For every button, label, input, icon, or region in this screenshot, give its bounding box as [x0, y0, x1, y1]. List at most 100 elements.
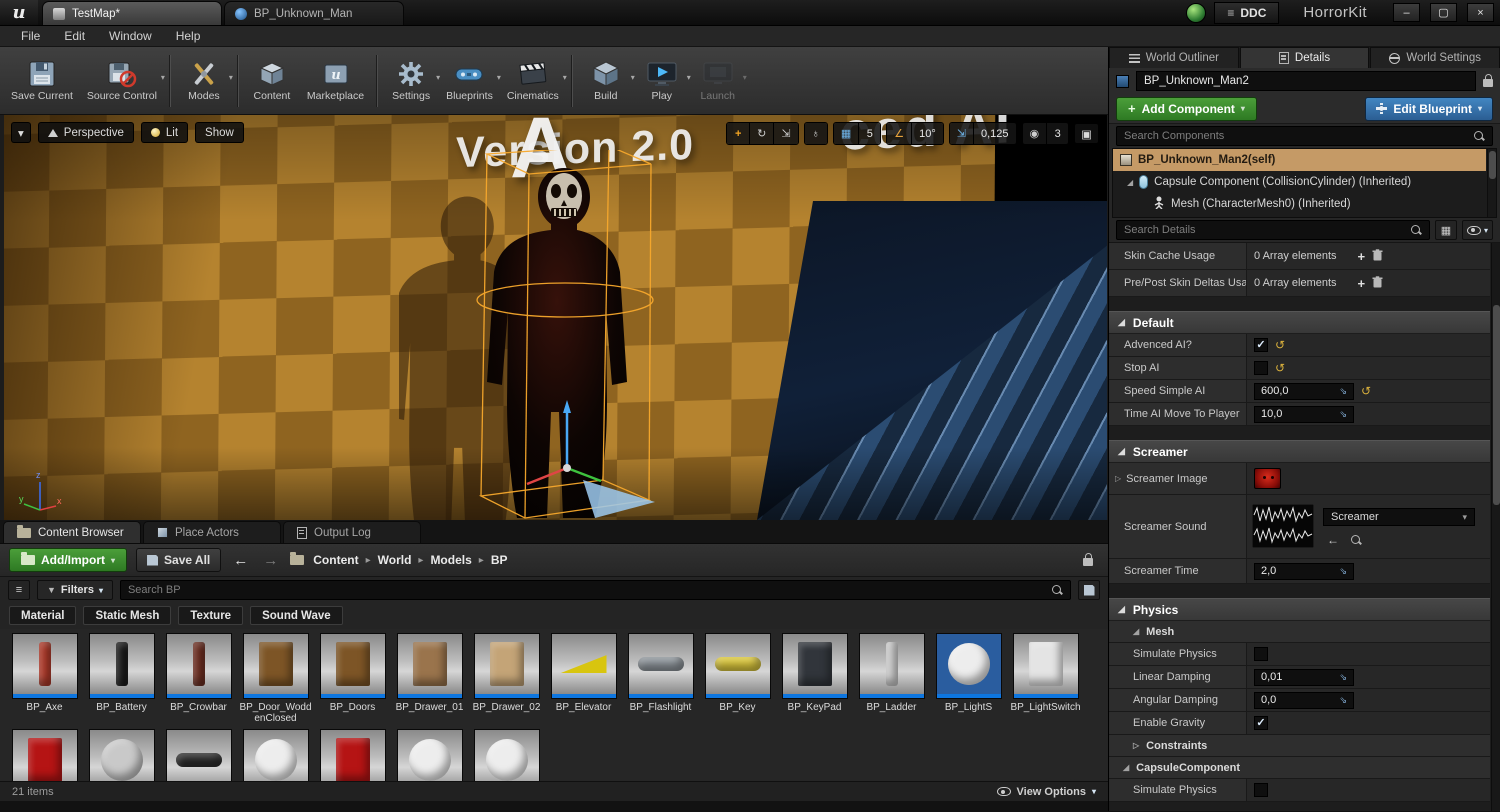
camera-speed-icon[interactable]: ◉ [1022, 123, 1047, 144]
edit-blueprint-button[interactable]: Edit Blueprint ▾ [1365, 96, 1493, 121]
rotation-snap-value[interactable]: 10° [911, 123, 943, 144]
asset-item[interactable]: BP_Elevator [545, 631, 622, 727]
speed-simple-ai-field[interactable]: 600,0 ⇘ [1254, 382, 1354, 400]
rotation-snap-icon[interactable]: ∠ [887, 123, 912, 144]
sources-panel-button[interactable]: ≡ [8, 580, 30, 600]
tab-details[interactable]: Details [1239, 47, 1370, 68]
asset-item[interactable] [391, 727, 468, 781]
details-scrollbar[interactable] [1491, 243, 1500, 811]
filter-chip[interactable]: Sound Wave [250, 606, 343, 625]
asset-item[interactable]: BP_KeyPad [776, 631, 853, 727]
filter-chip[interactable]: Texture [178, 606, 244, 625]
collapsed-arrow-icon[interactable]: ▷ [1115, 474, 1121, 483]
linear-damping-field[interactable]: 0,01 ⇘ [1254, 668, 1354, 686]
show-flags-button[interactable]: Show [195, 122, 244, 143]
simulate-physics-checkbox[interactable]: ✓ [1254, 647, 1268, 661]
grid-snap-value[interactable]: 5 [858, 123, 881, 144]
menu-item[interactable]: Edit [53, 27, 96, 45]
search-assets-input[interactable] [127, 584, 1046, 596]
blueprints-button[interactable]: Blueprints ▾ [439, 57, 501, 105]
content-button[interactable]: Content [244, 57, 300, 105]
asset-item[interactable]: BP_Crowbar [160, 631, 237, 727]
launch-button[interactable]: Launch ▾ [690, 57, 747, 105]
asset-item[interactable]: BP_Drawer_02 [468, 631, 545, 727]
add-component-button[interactable]: + Add Component ▾ [1116, 96, 1257, 121]
angular-damping-field[interactable]: 0,0 ⇘ [1254, 691, 1354, 709]
asset-item[interactable]: BP_Flashlight [622, 631, 699, 727]
delete-array-icon[interactable] [1372, 248, 1383, 264]
tab-testmap[interactable]: TestMap* [42, 1, 222, 25]
asset-item[interactable]: BP_Door_WoddenClosed [237, 631, 314, 727]
save-current-button[interactable]: Save Current [4, 57, 80, 105]
screamer-sound-select[interactable]: Screamer ▾ [1323, 508, 1475, 526]
asset-item[interactable]: BP_Axe [6, 631, 83, 727]
components-scrollbar[interactable] [1487, 149, 1496, 217]
menu-item[interactable]: Window [98, 27, 163, 45]
marketplace-button[interactable]: u Marketplace [300, 57, 371, 105]
level-viewport[interactable]: Version 2.0 A ced AI [4, 115, 1107, 520]
section-default[interactable]: ◢ Default [1109, 311, 1490, 334]
add-array-element-icon[interactable]: + [1358, 276, 1366, 291]
add-array-element-icon[interactable]: + [1358, 249, 1366, 264]
grid-snap-icon[interactable]: ▦ [833, 123, 859, 144]
asset-item[interactable]: BP_Battery [83, 631, 160, 727]
component-row-capsule[interactable]: ◢ Capsule Component (CollisionCylinder) … [1113, 171, 1486, 193]
enable-gravity-checkbox[interactable]: ✓ [1254, 716, 1268, 730]
scale-snap-icon[interactable]: ⇲ [949, 123, 973, 144]
view-options-button[interactable]: View Options ▾ [996, 786, 1096, 798]
delete-array-icon[interactable] [1372, 275, 1383, 291]
breadcrumb-item[interactable]: Content [313, 553, 358, 567]
save-search-button[interactable] [1078, 580, 1100, 600]
asset-item[interactable]: BP_LightSwitch [1007, 631, 1084, 727]
viewport-options-button[interactable]: ▾ [11, 122, 31, 143]
stop-ai-checkbox[interactable]: ✓ [1254, 361, 1268, 375]
modes-button[interactable]: Modes ▾ [176, 57, 233, 105]
scrollbar-thumb[interactable] [1493, 305, 1500, 505]
search-details-input[interactable] [1124, 224, 1405, 236]
rotate-tool-button[interactable]: ↻ [749, 123, 774, 144]
asset-item[interactable] [6, 727, 83, 781]
back-button[interactable]: ← [230, 552, 251, 569]
lit-mode-button[interactable]: Lit [140, 122, 189, 143]
asset-item[interactable] [160, 727, 237, 781]
breadcrumb-item[interactable]: World [378, 553, 412, 567]
ddc-button[interactable]: ≡ DDC [1214, 1, 1280, 24]
lock-icon[interactable] [1083, 553, 1093, 566]
search-components-input[interactable] [1124, 130, 1468, 142]
source-control-button[interactable]: Source Control ▾ [80, 57, 165, 105]
subsection-mesh[interactable]: ◢ Mesh [1109, 621, 1490, 643]
asset-item[interactable] [83, 727, 160, 781]
screamer-image-thumbnail[interactable] [1254, 468, 1281, 489]
menu-item[interactable]: File [10, 27, 51, 45]
subsection-constraints[interactable]: ▷ Constraints [1109, 735, 1490, 757]
simulate-physics-capsule-checkbox[interactable]: ✓ [1254, 783, 1268, 797]
minimize-button[interactable]: – [1393, 3, 1420, 22]
build-button[interactable]: Build ▾ [578, 57, 635, 105]
scale-snap-value[interactable]: 0,125 [972, 123, 1016, 144]
component-row-self[interactable]: BP_Unknown_Man2(self) [1113, 149, 1486, 171]
use-selected-asset-icon[interactable]: ← [1327, 533, 1339, 547]
tab-content-browser[interactable]: Content Browser [3, 521, 141, 543]
breadcrumb-item[interactable]: Models [430, 553, 471, 567]
restore-button[interactable]: ▢ [1430, 3, 1457, 22]
reset-to-default-icon[interactable]: ↺ [1275, 362, 1285, 374]
sound-wave-thumbnail[interactable] [1251, 503, 1315, 551]
subsection-capsule-component[interactable]: ◢ CapsuleComponent [1109, 757, 1490, 779]
section-physics[interactable]: ◢ Physics [1109, 598, 1490, 621]
filter-chip[interactable]: Static Mesh [83, 606, 172, 625]
menu-item[interactable]: Help [165, 27, 212, 45]
asset-item[interactable]: BP_Key [699, 631, 776, 727]
add-import-button[interactable]: Add/Import ▾ [9, 548, 128, 572]
tab-place-actors[interactable]: Place Actors [143, 521, 281, 543]
tab-output-log[interactable]: Output Log [283, 521, 421, 543]
scrollbar-thumb[interactable] [1489, 151, 1496, 179]
character-actor[interactable] [399, 150, 729, 520]
lock-icon[interactable] [1483, 74, 1493, 87]
filter-chip[interactable]: Material [9, 606, 77, 625]
settings-button[interactable]: Settings ▾ [383, 57, 440, 105]
component-row-mesh[interactable]: Mesh (CharacterMesh0) (Inherited) [1113, 193, 1486, 215]
close-button[interactable]: × [1467, 3, 1494, 22]
asset-item[interactable]: BP_Doors [314, 631, 391, 727]
scale-tool-button[interactable]: ⇲ [773, 123, 798, 144]
tab-bp-unknown-man[interactable]: BP_Unknown_Man [224, 1, 404, 25]
